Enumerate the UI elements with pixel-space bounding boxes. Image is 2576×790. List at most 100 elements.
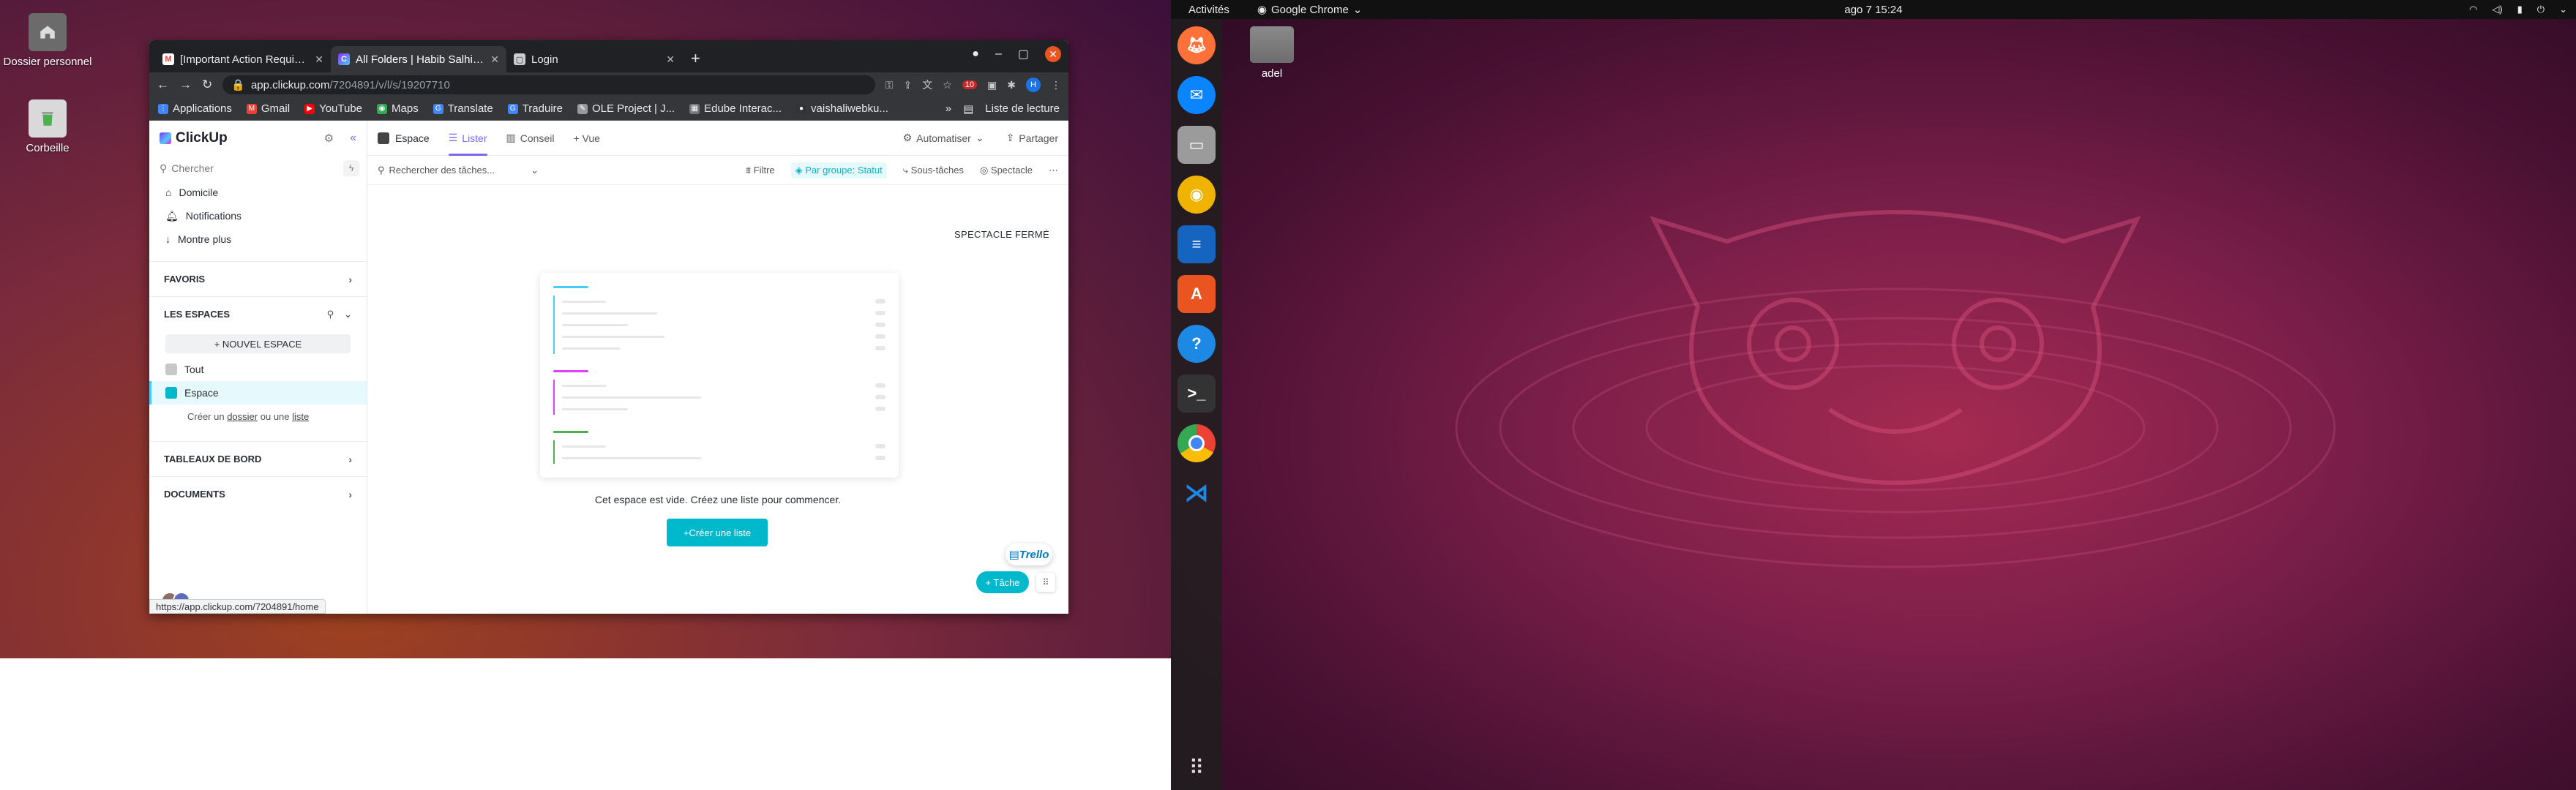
chrome-icon[interactable] xyxy=(1177,424,1216,462)
desktop-icon-trash[interactable]: Corbeille xyxy=(0,99,95,154)
forward-icon[interactable]: → xyxy=(179,78,192,92)
collapse-sidebar-icon[interactable]: « xyxy=(350,132,356,145)
group-by-button[interactable]: ◈ Par groupe: Statut xyxy=(790,162,887,178)
search-icon[interactable]: ⚲ xyxy=(327,309,334,320)
subtasks-button[interactable]: ⤷ Sous-tâches xyxy=(903,165,964,176)
bookmark-maps[interactable]: ◉ Maps xyxy=(377,102,419,115)
tab-board[interactable]: ▥ Conseil xyxy=(506,132,555,144)
task-search-placeholder: Rechercher des tâches... xyxy=(389,165,495,176)
create-list-link[interactable]: liste xyxy=(292,411,309,422)
profile-avatar[interactable]: H xyxy=(1026,78,1041,92)
placeholder-row xyxy=(553,319,886,331)
address-bar[interactable]: 🔒 app.clickup.com/7204891/v/l/s/19207710 xyxy=(222,75,875,94)
share-icon[interactable]: ⇪ xyxy=(903,79,912,91)
space-breadcrumb[interactable]: Espace xyxy=(378,132,430,144)
record-icon[interactable]: ● xyxy=(972,48,979,61)
key-icon[interactable]: ⚿ xyxy=(886,79,894,91)
bookmark-applications[interactable]: ⋮ Applications xyxy=(158,102,232,115)
space-item-all[interactable]: Tout xyxy=(149,358,367,381)
thunderbird-icon[interactable]: ✉ xyxy=(1177,76,1216,114)
browser-tab-login[interactable]: ▢ Login ✕ xyxy=(506,46,682,72)
left-desktop: Dossier personnel Corbeille M [Important… xyxy=(0,0,1171,658)
show-closed-toggle[interactable]: SPECTACLE FERMÉ xyxy=(954,229,1049,240)
sidebar-item-show-more[interactable]: ↓ Montre plus xyxy=(149,227,367,251)
space-item-espace[interactable]: Espace xyxy=(149,381,367,405)
system-tray[interactable]: ◠ ◁) ▮ ⏻ ⌄ xyxy=(2469,4,2567,15)
translate-icon[interactable]: ⽂ xyxy=(922,78,932,92)
star-icon[interactable]: ☆ xyxy=(943,79,952,91)
documents-section[interactable]: DOCUMENTS › xyxy=(149,476,367,511)
more-icon[interactable]: ⋯ xyxy=(1049,165,1058,176)
clickup-logo[interactable]: ClickUp xyxy=(160,130,228,146)
new-space-button[interactable]: + NOUVEL ESPACE xyxy=(165,334,351,353)
puzzle-icon[interactable]: ✱ xyxy=(1007,79,1016,91)
sidebar-item-notifications[interactable]: 🔔︎ Notifications xyxy=(149,204,367,227)
bookmark-traduire[interactable]: G Traduire xyxy=(507,102,563,115)
create-list-button[interactable]: +Créer une liste xyxy=(667,519,768,546)
reload-icon[interactable]: ↻ xyxy=(202,78,212,92)
trello-label: Trello xyxy=(1019,548,1049,561)
desktop-icon-label: Dossier personnel xyxy=(3,56,92,68)
app-menu[interactable]: ◉ Google Chrome ⌄ xyxy=(1257,3,1363,17)
automate-button[interactable]: ⚙ Automatiser ⌄ xyxy=(903,132,984,144)
show-applications-icon[interactable]: ⠿ xyxy=(1171,756,1222,780)
trello-import-button[interactable]: ▤ Trello xyxy=(1006,543,1052,565)
create-folder-link[interactable]: dossier xyxy=(227,411,258,422)
show-button[interactable]: ◎ Spectacle xyxy=(980,165,1033,176)
extension-badge[interactable]: 10 xyxy=(962,80,978,89)
activities-button[interactable]: Activités xyxy=(1188,4,1229,16)
share-icon: ⇪ xyxy=(1006,132,1015,143)
url-host: app.clickup.com xyxy=(250,78,330,91)
bookmark-gmail[interactable]: M Gmail xyxy=(246,102,290,115)
firefox-icon[interactable]: 🦊︎ xyxy=(1177,26,1216,64)
bookmark-ole[interactable]: ✎ OLE Project | J... xyxy=(577,102,675,115)
help-icon[interactable]: ? xyxy=(1177,325,1216,363)
window-close-button[interactable]: ✕ xyxy=(1045,46,1061,62)
bookmark-edube[interactable]: ▦ Edube Interac... xyxy=(689,102,782,115)
rhythmbox-icon[interactable]: ◉ xyxy=(1177,176,1216,214)
browser-tab-clickup[interactable]: C All Folders | Habib Salhi's… ✕ xyxy=(331,46,506,72)
bookmark-github[interactable]: ● vaishaliwebku... xyxy=(796,102,888,115)
bookmark-youtube[interactable]: ▶ YouTube xyxy=(304,102,362,115)
desktop-folder-adel[interactable]: adel xyxy=(1244,26,1300,80)
spaces-section[interactable]: LES ESPACES ⚲ ⌄ xyxy=(149,296,367,331)
sidebar-search[interactable]: ⚲ Chercher ϟ xyxy=(157,159,359,178)
tab-list[interactable]: ☰ Lister xyxy=(448,121,487,156)
chevron-down-icon[interactable]: ⌄ xyxy=(344,309,352,320)
clock[interactable]: ago 7 15:24 xyxy=(1844,4,1902,16)
add-view-button[interactable]: + Vue xyxy=(573,132,599,144)
lightning-icon[interactable]: ϟ xyxy=(343,160,359,176)
filter-button[interactable]: ⩩ Filtre xyxy=(746,165,774,176)
bookmark-translate[interactable]: G Translate xyxy=(433,102,493,115)
software-icon[interactable]: A xyxy=(1177,275,1216,313)
tab-title: Login xyxy=(531,53,558,66)
browser-tab-gmail[interactable]: M [Important Action Requi… ✕ xyxy=(155,46,331,72)
minimize-button[interactable]: – xyxy=(995,48,1002,61)
back-icon[interactable]: ← xyxy=(157,78,169,92)
left-blank-area xyxy=(0,658,1171,790)
task-search-input[interactable]: ⚲ Rechercher des tâches... ⌄ xyxy=(378,165,539,176)
share-button[interactable]: ⇪ Partager xyxy=(1006,132,1058,144)
dashboards-section[interactable]: TABLEAUX DE BORD › xyxy=(149,441,367,476)
reading-list-button[interactable]: Liste de lecture xyxy=(985,102,1060,115)
close-icon[interactable]: ✕ xyxy=(315,53,323,66)
more-bookmarks-button[interactable]: » xyxy=(946,102,951,115)
writer-icon[interactable]: ≡ xyxy=(1177,225,1216,263)
new-tab-button[interactable]: + xyxy=(682,49,709,72)
terminal-icon[interactable]: >_ xyxy=(1177,375,1216,413)
add-task-button[interactable]: + Tâche xyxy=(976,571,1029,593)
desktop-icon-home[interactable]: Dossier personnel xyxy=(0,13,95,68)
favorites-section[interactable]: FAVORIS › xyxy=(149,261,367,296)
maximize-button[interactable]: ▢ xyxy=(1018,47,1029,61)
vscode-icon[interactable]: ⋊ xyxy=(1177,474,1216,512)
apps-grid-icon[interactable]: ⠿ xyxy=(1036,573,1055,592)
section-title: TABLEAUX DE BORD xyxy=(164,454,262,464)
close-icon[interactable]: ✕ xyxy=(490,53,499,66)
gear-icon[interactable]: ⚙ xyxy=(324,132,334,145)
menu-icon[interactable]: ⋮ xyxy=(1051,79,1061,91)
pdf-icon[interactable]: ▣ xyxy=(987,79,997,91)
sidebar-item-home[interactable]: ⌂ Domicile xyxy=(149,181,367,204)
close-icon[interactable]: ✕ xyxy=(666,53,675,66)
hint-text: Créer un xyxy=(187,410,225,422)
files-icon[interactable]: ▭ xyxy=(1177,126,1216,164)
